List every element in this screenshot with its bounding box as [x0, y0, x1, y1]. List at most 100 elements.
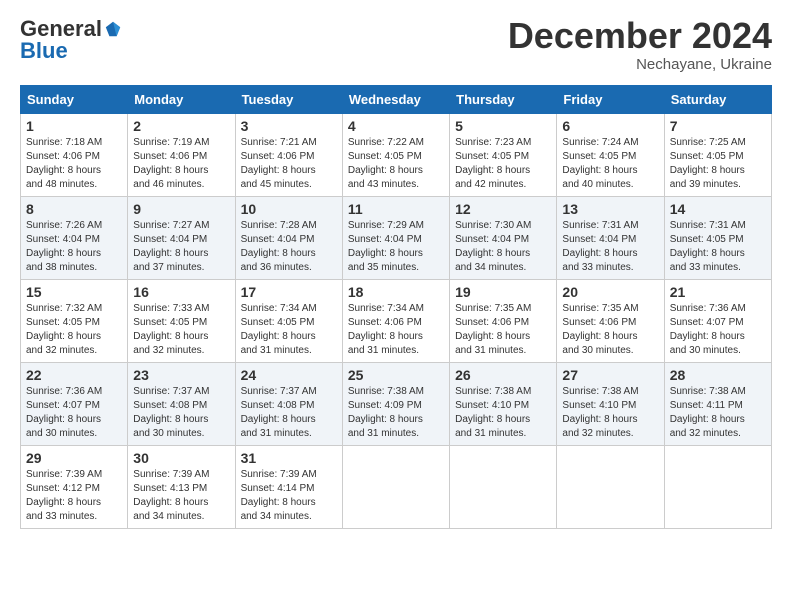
day-number: 5 — [455, 118, 551, 134]
day-info: Sunrise: 7:31 AMSunset: 4:05 PMDaylight:… — [670, 219, 766, 275]
calendar-cell: 17Sunrise: 7:34 AMSunset: 4:05 PMDayligh… — [235, 279, 342, 362]
week-row-1: 1 Sunrise: 7:18 AMSunset: 4:06 PMDaylight… — [21, 113, 772, 196]
day-number: 31 — [241, 450, 337, 466]
day-number: 13 — [562, 201, 658, 217]
logo-icon — [104, 20, 122, 38]
day-number: 21 — [670, 284, 766, 300]
calendar-cell: 2Sunrise: 7:19 AMSunset: 4:06 PMDaylight… — [128, 113, 235, 196]
calendar-cell — [342, 445, 449, 528]
day-info: Sunrise: 7:39 AMSunset: 4:12 PMDaylight:… — [26, 468, 122, 524]
day-number: 3 — [241, 118, 337, 134]
day-info: Sunrise: 7:31 AMSunset: 4:04 PMDaylight:… — [562, 219, 658, 275]
day-number: 7 — [670, 118, 766, 134]
day-info: Sunrise: 7:35 AMSunset: 4:06 PMDaylight:… — [562, 302, 658, 358]
calendar-cell: 13 Sunrise: 7:31 AMSunset: 4:04 PMDayligh… — [557, 196, 664, 279]
col-header-friday: Friday — [557, 85, 664, 113]
day-number: 4 — [348, 118, 444, 134]
day-info: Sunrise: 7:23 AMSunset: 4:05 PMDaylight:… — [455, 136, 551, 192]
day-info: Sunrise: 7:21 AMSunset: 4:06 PMDaylight:… — [241, 136, 337, 192]
day-number: 9 — [133, 201, 229, 217]
month-title: December 2024 — [508, 16, 772, 56]
day-info: Sunrise: 7:34 AMSunset: 4:06 PMDaylight:… — [348, 302, 444, 358]
day-info: Sunrise: 7:29 AMSunset: 4:04 PMDaylight:… — [348, 219, 444, 275]
calendar-cell: 21 Sunrise: 7:36 AMSunset: 4:07 PMDayligh… — [664, 279, 771, 362]
calendar-cell: 19 Sunrise: 7:35 AMSunset: 4:06 PMDayligh… — [450, 279, 557, 362]
day-info: Sunrise: 7:32 AMSunset: 4:05 PMDaylight:… — [26, 302, 122, 358]
col-header-sunday: Sunday — [21, 85, 128, 113]
day-number: 28 — [670, 367, 766, 383]
day-number: 8 — [26, 201, 122, 217]
day-number: 29 — [26, 450, 122, 466]
calendar-cell: 31 Sunrise: 7:39 AMSunset: 4:14 PMDayligh… — [235, 445, 342, 528]
calendar-cell: 5 Sunrise: 7:23 AMSunset: 4:05 PMDaylight… — [450, 113, 557, 196]
calendar-cell: 29 Sunrise: 7:39 AMSunset: 4:12 PMDayligh… — [21, 445, 128, 528]
day-number: 19 — [455, 284, 551, 300]
calendar-cell: 16Sunrise: 7:33 AMSunset: 4:05 PMDayligh… — [128, 279, 235, 362]
title-block: December 2024 Nechayane, Ukraine — [508, 16, 772, 73]
calendar-cell — [557, 445, 664, 528]
week-row-3: 15 Sunrise: 7:32 AMSunset: 4:05 PMDayligh… — [21, 279, 772, 362]
day-info: Sunrise: 7:36 AMSunset: 4:07 PMDaylight:… — [26, 385, 122, 441]
day-number: 18 — [348, 284, 444, 300]
day-number: 2 — [133, 118, 229, 134]
week-row-5: 29 Sunrise: 7:39 AMSunset: 4:12 PMDayligh… — [21, 445, 772, 528]
calendar-cell: 25 Sunrise: 7:38 AMSunset: 4:09 PMDayligh… — [342, 362, 449, 445]
calendar-cell: 28 Sunrise: 7:38 AMSunset: 4:11 PMDayligh… — [664, 362, 771, 445]
day-info: Sunrise: 7:35 AMSunset: 4:06 PMDaylight:… — [455, 302, 551, 358]
day-number: 20 — [562, 284, 658, 300]
day-number: 24 — [241, 367, 337, 383]
day-number: 12 — [455, 201, 551, 217]
calendar-cell: 20 Sunrise: 7:35 AMSunset: 4:06 PMDayligh… — [557, 279, 664, 362]
day-number: 15 — [26, 284, 122, 300]
day-info: Sunrise: 7:30 AMSunset: 4:04 PMDaylight:… — [455, 219, 551, 275]
calendar-table: SundayMondayTuesdayWednesdayThursdayFrid… — [20, 85, 772, 529]
day-info: Sunrise: 7:37 AMSunset: 4:08 PMDaylight:… — [241, 385, 337, 441]
day-number: 22 — [26, 367, 122, 383]
day-info: Sunrise: 7:38 AMSunset: 4:10 PMDaylight:… — [455, 385, 551, 441]
day-info: Sunrise: 7:38 AMSunset: 4:10 PMDaylight:… — [562, 385, 658, 441]
col-header-monday: Monday — [128, 85, 235, 113]
calendar-cell: 11 Sunrise: 7:29 AMSunset: 4:04 PMDayligh… — [342, 196, 449, 279]
day-info: Sunrise: 7:38 AMSunset: 4:09 PMDaylight:… — [348, 385, 444, 441]
day-info: Sunrise: 7:26 AMSunset: 4:04 PMDaylight:… — [26, 219, 122, 275]
calendar-cell: 24 Sunrise: 7:37 AMSunset: 4:08 PMDayligh… — [235, 362, 342, 445]
calendar-cell: 6Sunrise: 7:24 AMSunset: 4:05 PMDaylight… — [557, 113, 664, 196]
day-number: 25 — [348, 367, 444, 383]
day-number: 1 — [26, 118, 122, 134]
week-row-2: 8 Sunrise: 7:26 AMSunset: 4:04 PMDaylight… — [21, 196, 772, 279]
day-info: Sunrise: 7:28 AMSunset: 4:04 PMDaylight:… — [241, 219, 337, 275]
calendar-cell: 22 Sunrise: 7:36 AMSunset: 4:07 PMDayligh… — [21, 362, 128, 445]
day-info: Sunrise: 7:39 AMSunset: 4:13 PMDaylight:… — [133, 468, 229, 524]
calendar-cell: 1 Sunrise: 7:18 AMSunset: 4:06 PMDaylight… — [21, 113, 128, 196]
day-number: 11 — [348, 201, 444, 217]
calendar-cell: 12 Sunrise: 7:30 AMSunset: 4:04 PMDayligh… — [450, 196, 557, 279]
calendar-cell: 10 Sunrise: 7:28 AMSunset: 4:04 PMDayligh… — [235, 196, 342, 279]
day-info: Sunrise: 7:22 AMSunset: 4:05 PMDaylight:… — [348, 136, 444, 192]
calendar-body: 1 Sunrise: 7:18 AMSunset: 4:06 PMDaylight… — [21, 113, 772, 528]
day-number: 10 — [241, 201, 337, 217]
calendar-cell: 30 Sunrise: 7:39 AMSunset: 4:13 PMDayligh… — [128, 445, 235, 528]
week-row-4: 22 Sunrise: 7:36 AMSunset: 4:07 PMDayligh… — [21, 362, 772, 445]
day-number: 27 — [562, 367, 658, 383]
calendar-cell: 4 Sunrise: 7:22 AMSunset: 4:05 PMDaylight… — [342, 113, 449, 196]
col-header-saturday: Saturday — [664, 85, 771, 113]
day-number: 17 — [241, 284, 337, 300]
col-header-thursday: Thursday — [450, 85, 557, 113]
day-info: Sunrise: 7:36 AMSunset: 4:07 PMDaylight:… — [670, 302, 766, 358]
day-number: 26 — [455, 367, 551, 383]
day-info: Sunrise: 7:33 AMSunset: 4:05 PMDaylight:… — [133, 302, 229, 358]
day-number: 30 — [133, 450, 229, 466]
day-info: Sunrise: 7:38 AMSunset: 4:11 PMDaylight:… — [670, 385, 766, 441]
calendar-cell: 18 Sunrise: 7:34 AMSunset: 4:06 PMDayligh… — [342, 279, 449, 362]
day-number: 23 — [133, 367, 229, 383]
location-subtitle: Nechayane, Ukraine — [508, 56, 772, 73]
calendar-cell — [450, 445, 557, 528]
day-info: Sunrise: 7:18 AMSunset: 4:06 PMDaylight:… — [26, 136, 122, 192]
day-info: Sunrise: 7:39 AMSunset: 4:14 PMDaylight:… — [241, 468, 337, 524]
day-number: 14 — [670, 201, 766, 217]
day-info: Sunrise: 7:27 AMSunset: 4:04 PMDaylight:… — [133, 219, 229, 275]
day-info: Sunrise: 7:25 AMSunset: 4:05 PMDaylight:… — [670, 136, 766, 192]
logo: General Blue — [20, 16, 122, 64]
calendar-cell: 3 Sunrise: 7:21 AMSunset: 4:06 PMDaylight… — [235, 113, 342, 196]
col-header-tuesday: Tuesday — [235, 85, 342, 113]
